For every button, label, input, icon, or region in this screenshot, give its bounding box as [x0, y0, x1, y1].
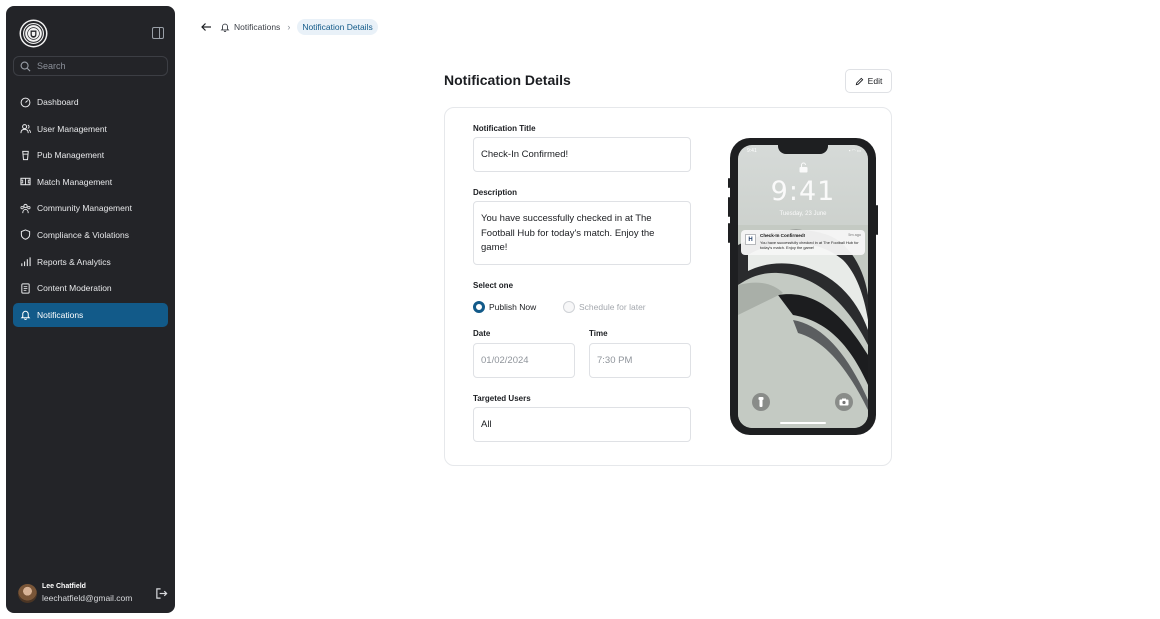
app-badge-icon: H: [745, 234, 756, 245]
edit-button-label: Edit: [867, 76, 883, 86]
unlocked-icon: [799, 162, 808, 173]
sidebar-item-label: Community Management: [37, 203, 132, 214]
crest-icon: [24, 24, 43, 43]
phone-notch: [778, 145, 828, 154]
title-label: Notification Title: [473, 124, 536, 133]
lock-screen-clock: 9:41: [770, 176, 836, 207]
sidebar-item-label: Compliance & Violations: [37, 229, 129, 240]
community-icon: [20, 203, 31, 214]
pencil-icon: [855, 77, 863, 85]
lock-screen-date: Tuesday, 23 June: [779, 211, 827, 217]
logout-icon[interactable]: [155, 587, 168, 600]
camera-icon: [835, 393, 853, 411]
publish-now-radio[interactable]: [473, 301, 485, 313]
sidebar-item-content-moderation[interactable]: Content Moderation: [13, 276, 168, 300]
sidebar-item-reports-analytics[interactable]: Reports & Analytics: [13, 250, 168, 274]
avatar: [18, 583, 37, 603]
flashlight-icon: [752, 393, 770, 411]
sidebar-item-match-management[interactable]: Match Management: [13, 170, 168, 194]
sidebar-item-compliance-violations[interactable]: Compliance & Violations: [13, 223, 168, 247]
sidebar-item-label: Match Management: [37, 176, 113, 187]
document-icon: [20, 283, 31, 294]
targeted-users-label: Targeted Users: [473, 394, 531, 403]
sidebar-item-label: Pub Management: [37, 150, 105, 161]
chevron-right-icon: ›: [287, 22, 291, 32]
description-label: Description: [473, 188, 518, 197]
notification-preview-body: You have successfully checked in at The …: [760, 239, 859, 250]
status-bar-time: 9:41: [747, 148, 757, 154]
bell-icon: [20, 309, 31, 321]
sidebar-item-dashboard[interactable]: Dashboard: [13, 90, 168, 114]
home-indicator: [780, 422, 826, 424]
sidebar-item-label: Notifications: [37, 309, 84, 320]
brand-logo[interactable]: [21, 21, 46, 46]
sidebar-nav: Dashboard User Management Pub Management…: [13, 90, 168, 329]
sidebar-item-label: Reports & Analytics: [37, 256, 111, 267]
bell-icon: [220, 23, 230, 32]
app-root: Dashboard User Management Pub Management…: [0, 0, 1160, 619]
sidebar-item-user-management[interactable]: User Management: [13, 117, 168, 141]
notification-title-field[interactable]: Check-In Confirmed!: [473, 137, 691, 172]
pitch-icon: [20, 176, 31, 187]
user-info: Lee Chatfield leechatfield@gmail.com: [42, 583, 132, 603]
phone-preview: 9:41 ▪ ◠ ▭ 9:41 Tuesday, 23 June H Check…: [730, 138, 876, 435]
user-profile[interactable]: Lee Chatfield leechatfield@gmail.com: [18, 578, 168, 608]
sidebar-item-label: Content Moderation: [37, 283, 112, 294]
time-label: Time: [589, 329, 608, 338]
notification-preview: H Check-In Confirmed! 5m ago You have su…: [741, 230, 865, 255]
search-input[interactable]: [37, 61, 157, 71]
publish-now-option[interactable]: Publish Now: [473, 301, 536, 313]
schedule-later-radio[interactable]: [563, 301, 575, 313]
dashboard-icon: [20, 97, 31, 108]
sidebar-item-community-management[interactable]: Community Management: [13, 196, 168, 220]
sidebar: Dashboard User Management Pub Management…: [6, 6, 175, 613]
users-icon: [20, 123, 31, 134]
date-field[interactable]: 01/02/2024: [473, 343, 575, 378]
schedule-later-label: Schedule for later: [579, 302, 646, 312]
status-bar-icons: ▪ ◠ ▭: [848, 148, 861, 153]
phone-power-button: [876, 205, 878, 235]
user-name: Lee Chatfield: [42, 583, 86, 590]
publish-now-label: Publish Now: [489, 302, 537, 312]
edit-button[interactable]: Edit: [845, 69, 892, 93]
sidebar-item-label: Dashboard: [37, 97, 79, 107]
page-title: Notification Details: [444, 72, 571, 88]
bar-chart-icon: [20, 256, 31, 267]
breadcrumb-parent[interactable]: Notifications: [234, 22, 280, 32]
phone-lock-screen: 9:41 ▪ ◠ ▭ 9:41 Tuesday, 23 June H Check…: [738, 145, 868, 428]
notification-preview-title: Check-In Confirmed!: [760, 233, 806, 238]
search-icon: [20, 61, 31, 71]
sidebar-item-pub-management[interactable]: Pub Management: [13, 143, 168, 167]
targeted-users-field[interactable]: All: [473, 407, 691, 442]
sidebar-item-notifications[interactable]: Notifications: [13, 302, 168, 327]
shield-icon: [20, 229, 31, 241]
pint-glass-icon: [20, 150, 31, 161]
breadcrumb: Notifications › Notification Details: [200, 18, 378, 36]
date-label: Date: [473, 329, 491, 338]
description-field[interactable]: You have successfully checked in at The …: [473, 201, 691, 265]
select-one-label: Select one: [473, 281, 514, 290]
collapse-sidebar-icon[interactable]: [152, 27, 164, 39]
notification-preview-time: 5m ago: [848, 233, 861, 237]
search-box[interactable]: [13, 56, 168, 76]
user-email: leechatfield@gmail.com: [42, 593, 133, 603]
breadcrumb-current: Notification Details: [297, 19, 378, 35]
sidebar-item-label: User Management: [37, 123, 107, 134]
time-field[interactable]: 7:30 PM: [589, 343, 691, 378]
schedule-later-option[interactable]: Schedule for later: [563, 301, 646, 313]
back-arrow-icon[interactable]: [200, 21, 212, 33]
